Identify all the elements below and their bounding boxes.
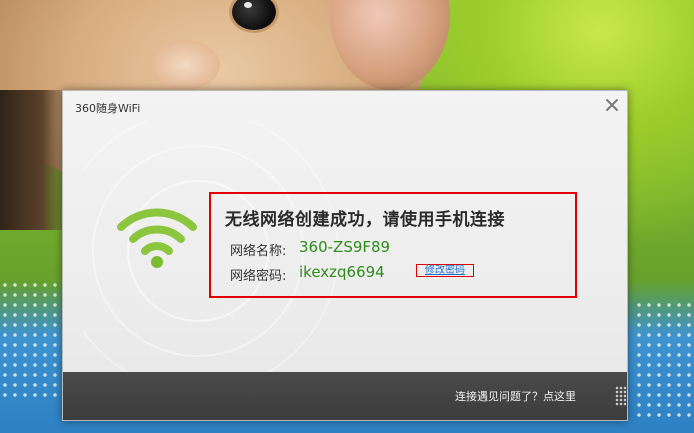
window-title: 360随身WiFi (75, 102, 141, 115)
footer-grip-dots (615, 386, 627, 406)
dialog-footer: 连接遇见问题了？点这里 (63, 372, 627, 420)
network-name-value: 360-ZS9F89 (299, 238, 391, 256)
wallpaper-dots-right (634, 300, 694, 420)
wifi-success-dialog: 360随身WiFi 无线网络创建成功，请使用手机连接 网络名称: 360-ZS9… (62, 90, 628, 421)
wifi-signal-icon (117, 208, 197, 268)
network-name-label: 网络名称: (230, 244, 287, 259)
wallpaper-bunny-nose (150, 40, 220, 90)
success-headline: 无线网络创建成功，请使用手机连接 (225, 210, 505, 230)
network-password-label: 网络密码: (230, 269, 287, 284)
wallpaper-dots-left (0, 280, 60, 400)
connection-help-link[interactable]: 连接遇见问题了？点这里 (455, 388, 576, 404)
wallpaper-bunny-eye-glint (244, 2, 252, 8)
wallpaper-shadow (0, 90, 70, 230)
close-button[interactable] (604, 97, 620, 113)
close-icon (606, 99, 618, 111)
edit-password-link[interactable]: 修改密码 (416, 264, 474, 277)
network-password-value: ikexzq6694 (299, 263, 385, 281)
